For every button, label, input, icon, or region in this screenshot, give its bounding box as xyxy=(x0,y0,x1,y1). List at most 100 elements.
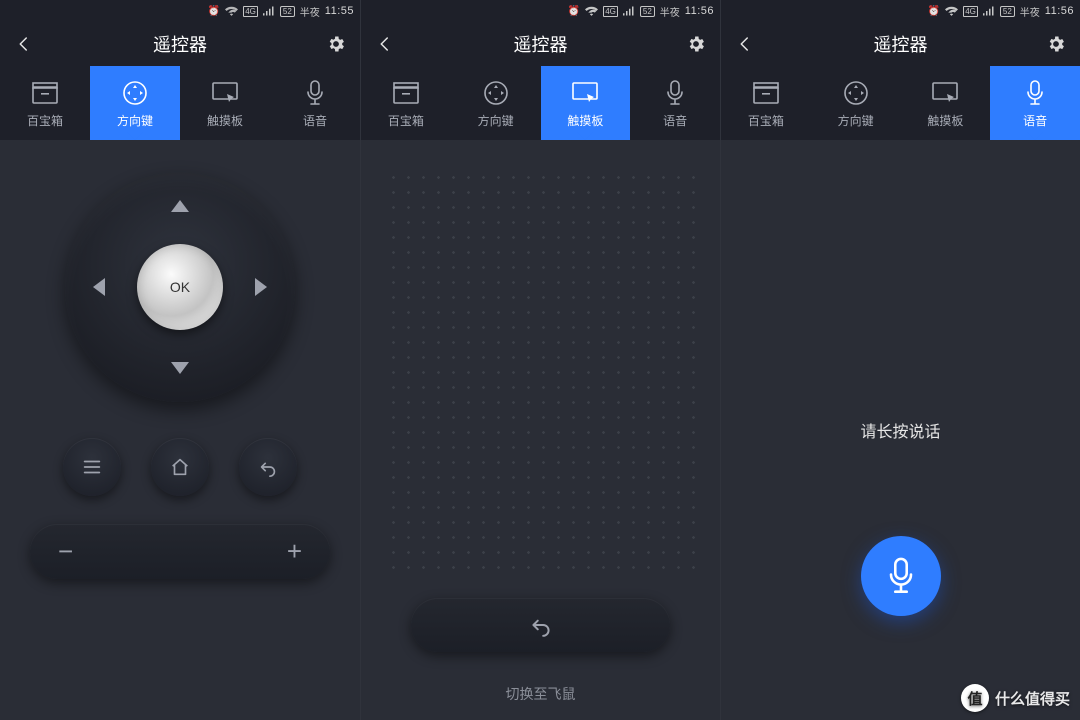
dpad-icon xyxy=(482,78,510,108)
dpad-ring: OK xyxy=(65,172,295,402)
time-label: 半夜 xyxy=(1020,4,1040,19)
mode-tabs: 百宝箱 方向键 触摸板 语音 xyxy=(721,66,1080,140)
screen-dpad: ⏰ 4G 52 半夜 11:55 遥控器 百宝箱 xyxy=(0,0,360,720)
signal-icon xyxy=(623,6,635,16)
touchpad-icon xyxy=(211,78,239,108)
volume-up-button[interactable]: + xyxy=(287,536,302,567)
tab-toolbox-label: 百宝箱 xyxy=(388,112,424,129)
dpad-icon xyxy=(842,78,870,108)
volume-down-button[interactable]: − xyxy=(58,536,73,567)
dpad-icon xyxy=(121,78,149,108)
back-button[interactable] xyxy=(4,22,44,66)
tab-dpad[interactable]: 方向键 xyxy=(811,66,901,140)
voice-page: 请长按说话 xyxy=(721,140,1080,720)
mode-tabs: 百宝箱 方向键 触摸板 语音 xyxy=(0,66,360,140)
wifi-icon xyxy=(225,6,238,16)
tab-voice[interactable]: 语音 xyxy=(630,66,720,140)
battery-icon: 52 xyxy=(1000,6,1015,17)
tab-touchpad[interactable]: 触摸板 xyxy=(901,66,991,140)
dpad-wheel: OK xyxy=(65,172,295,402)
screen-touchpad: ⏰ 4G 52 半夜 11:56 遥控器 百宝箱 xyxy=(360,0,720,720)
home-button[interactable] xyxy=(151,438,209,496)
tab-dpad-label: 方向键 xyxy=(478,112,514,129)
tab-touchpad-label: 触摸板 xyxy=(927,112,963,129)
touchpad-page: 切换至飞鼠 xyxy=(361,140,720,720)
mode-tabs: 百宝箱 方向键 触摸板 语音 xyxy=(361,66,720,140)
touchpad-icon xyxy=(931,78,959,108)
voice-icon xyxy=(1025,78,1045,108)
clock: 11:56 xyxy=(685,5,714,17)
settings-button[interactable] xyxy=(1036,22,1076,66)
signal-icon xyxy=(983,6,995,16)
tab-toolbox[interactable]: 百宝箱 xyxy=(0,66,90,140)
tab-voice-label: 语音 xyxy=(303,112,327,129)
toolbox-icon xyxy=(392,78,420,108)
tab-voice-label: 语音 xyxy=(1023,112,1047,129)
dpad-right-button[interactable] xyxy=(241,267,281,307)
signal-icon xyxy=(263,6,275,16)
dpad-ok-button[interactable]: OK xyxy=(137,244,223,330)
tab-dpad-label: 方向键 xyxy=(838,112,874,129)
tab-voice-label: 语音 xyxy=(663,112,687,129)
settings-button[interactable] xyxy=(676,22,716,66)
back-button[interactable] xyxy=(725,22,765,66)
status-bar: ⏰ 4G 52 半夜 11:55 xyxy=(0,0,360,22)
navigation-bar: 遥控器 xyxy=(721,22,1080,66)
tab-touchpad[interactable]: 触摸板 xyxy=(541,66,631,140)
tab-toolbox-label: 百宝箱 xyxy=(748,112,784,129)
tab-voice[interactable]: 语音 xyxy=(990,66,1080,140)
page-title: 遥控器 xyxy=(514,31,568,57)
menu-button[interactable] xyxy=(63,438,121,496)
toolbox-icon xyxy=(752,78,780,108)
alarm-icon: ⏰ xyxy=(568,6,580,17)
wifi-icon xyxy=(585,6,598,16)
status-bar: ⏰ 4G 52 半夜 11:56 xyxy=(361,0,720,22)
touchpad-area[interactable] xyxy=(386,170,695,580)
watermark-text: 什么值得买 xyxy=(995,688,1070,709)
volume-bar: − + xyxy=(30,524,330,579)
clock: 11:55 xyxy=(325,5,354,17)
page-title: 遥控器 xyxy=(874,31,928,57)
back-button[interactable] xyxy=(365,22,405,66)
network-icon: 4G xyxy=(603,6,618,17)
tab-toolbox[interactable]: 百宝箱 xyxy=(721,66,811,140)
time-label: 半夜 xyxy=(660,4,680,19)
screen-voice: ⏰ 4G 52 半夜 11:56 遥控器 百宝箱 xyxy=(720,0,1080,720)
settings-button[interactable] xyxy=(316,22,356,66)
voice-hint-text: 请长按说话 xyxy=(721,418,1080,442)
tab-touchpad-label: 触摸板 xyxy=(207,112,243,129)
return-button[interactable] xyxy=(239,438,297,496)
wifi-icon xyxy=(945,6,958,16)
alarm-icon: ⏰ xyxy=(928,6,940,17)
tab-dpad-label: 方向键 xyxy=(117,112,153,129)
voice-icon xyxy=(305,78,325,108)
watermark-badge: 值 xyxy=(961,684,989,712)
battery-icon: 52 xyxy=(640,6,655,17)
tab-touchpad[interactable]: 触摸板 xyxy=(180,66,270,140)
dpad-page: OK − + xyxy=(0,140,360,720)
dpad-down-button[interactable] xyxy=(160,348,200,388)
page-title: 遥控器 xyxy=(153,31,207,57)
battery-icon: 52 xyxy=(280,6,295,17)
toolbox-icon xyxy=(31,78,59,108)
voice-icon xyxy=(665,78,685,108)
dpad-button-row xyxy=(0,438,360,496)
voice-record-button[interactable] xyxy=(861,536,941,616)
navigation-bar: 遥控器 xyxy=(361,22,720,66)
touchpad-back-button[interactable] xyxy=(411,598,670,652)
time-label: 半夜 xyxy=(300,4,320,19)
touchpad-icon xyxy=(571,78,599,108)
tab-voice[interactable]: 语音 xyxy=(270,66,360,140)
tab-touchpad-label: 触摸板 xyxy=(567,112,603,129)
switch-mode-link[interactable]: 切换至飞鼠 xyxy=(361,684,720,704)
tab-dpad[interactable]: 方向键 xyxy=(90,66,180,140)
clock: 11:56 xyxy=(1045,5,1074,17)
tab-toolbox[interactable]: 百宝箱 xyxy=(361,66,451,140)
tab-dpad[interactable]: 方向键 xyxy=(451,66,541,140)
alarm-icon: ⏰ xyxy=(208,6,220,17)
navigation-bar: 遥控器 xyxy=(0,22,360,66)
watermark: 值 什么值得买 xyxy=(961,684,1070,712)
dpad-up-button[interactable] xyxy=(160,186,200,226)
network-icon: 4G xyxy=(243,6,258,17)
dpad-left-button[interactable] xyxy=(79,267,119,307)
